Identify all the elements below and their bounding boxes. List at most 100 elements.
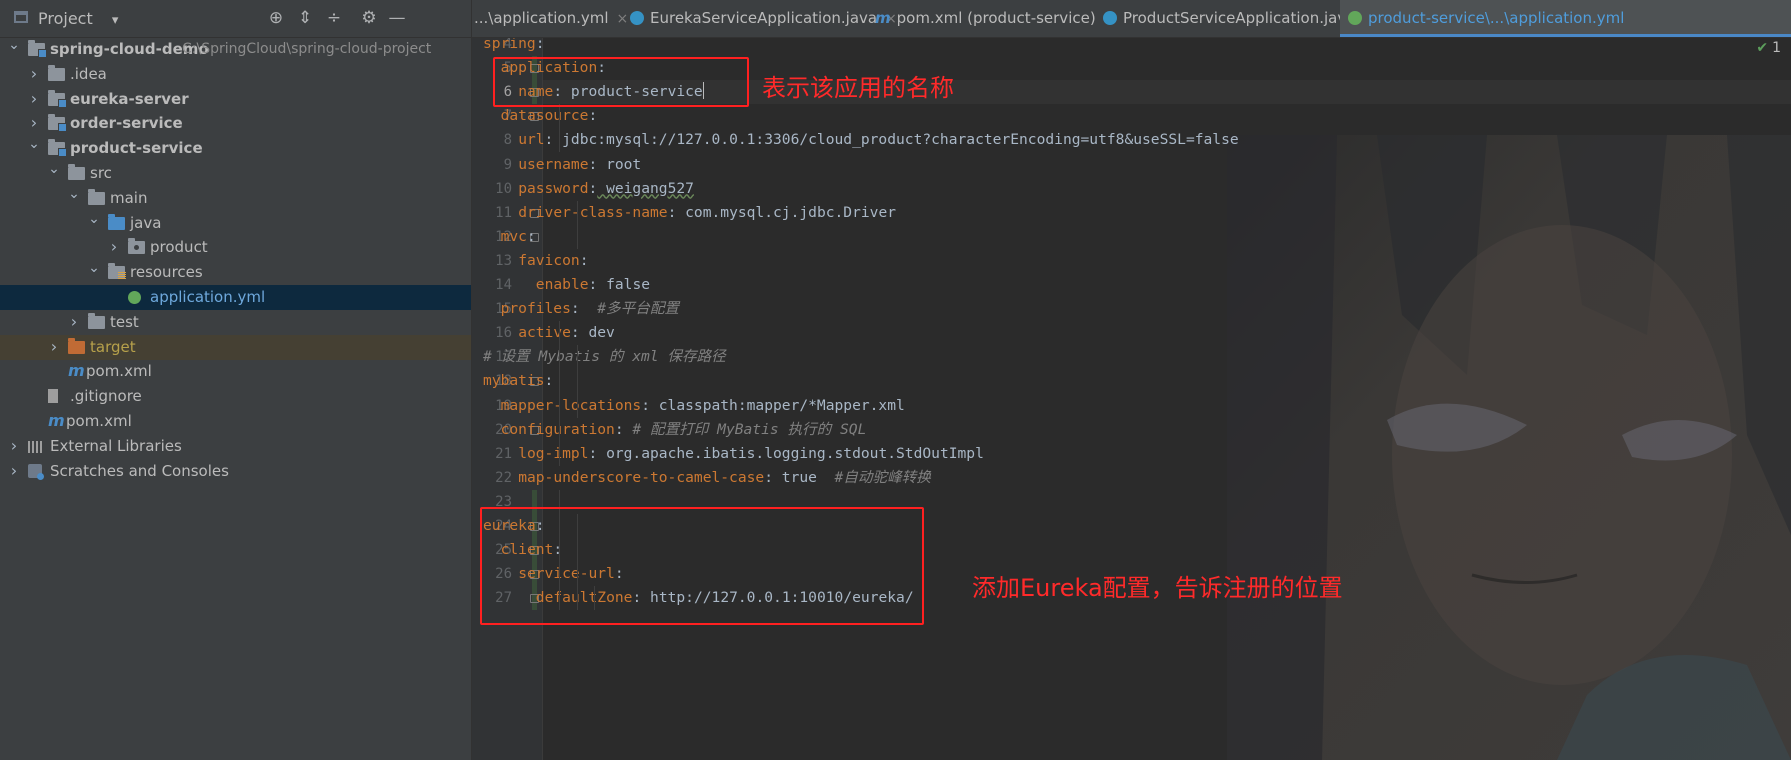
yaml-colon: : xyxy=(588,444,598,462)
tree-item[interactable]: › target xyxy=(0,334,471,360)
package-icon xyxy=(128,238,145,255)
tree-item[interactable]: ⌄ main xyxy=(0,186,471,211)
yaml-key: driver-class-name xyxy=(518,203,668,221)
chevron-down-icon[interactable]: ⌄ xyxy=(7,33,21,58)
yaml-colon: : xyxy=(588,276,598,293)
maven-file-icon: m xyxy=(875,9,891,27)
yaml-file-icon xyxy=(1348,11,1362,25)
chevron-right-icon[interactable]: › xyxy=(27,86,41,111)
yaml-colon: : xyxy=(570,300,580,318)
line-number: 11 xyxy=(495,204,512,221)
chevron-right-icon[interactable]: › xyxy=(7,458,21,483)
code-line: spring: xyxy=(483,38,545,56)
code-line: url: jdbc:mysql://127.0.0.1:3306/cloud_p… xyxy=(518,128,1238,152)
tree-item-label: .gitignore xyxy=(70,387,142,406)
tree-item[interactable]: ⌄ product-service xyxy=(0,136,471,161)
yaml-colon: : xyxy=(588,107,598,125)
folder-icon xyxy=(48,64,65,81)
project-panel: Project ▾ ⊕ ⇕ ÷ ⚙ — ⌄ spring-cloud-demo C:… xyxy=(0,0,472,760)
tree-item-label: Scratches and Consoles xyxy=(50,461,229,480)
chevron-right-icon[interactable]: › xyxy=(67,309,81,334)
inspection-widget[interactable]: ✔ 1 xyxy=(1756,40,1781,56)
chevron-down-icon[interactable]: ⌄ xyxy=(27,132,41,157)
tree-item[interactable]: application.yml xyxy=(0,285,471,310)
module-folder-icon xyxy=(28,40,47,58)
hide-icon[interactable]: — xyxy=(386,7,408,29)
project-view-selector[interactable]: Project ▾ xyxy=(38,9,118,28)
yaml-key: mapper-locations xyxy=(500,396,642,414)
chevron-right-icon[interactable]: › xyxy=(27,61,41,86)
tree-item-label: order-service xyxy=(70,114,183,133)
line-number: 10 xyxy=(495,180,512,197)
inspection-count: 1 xyxy=(1772,40,1781,56)
tree-item-label: resources xyxy=(130,263,203,282)
settings-icon[interactable]: ⚙ xyxy=(358,7,380,29)
tree-item[interactable]: .gitignore xyxy=(0,384,471,409)
yaml-colon: : xyxy=(579,251,589,269)
yaml-value: true xyxy=(773,468,835,486)
yaml-colon: : xyxy=(641,396,650,414)
tree-item[interactable]: › eureka-server xyxy=(0,87,471,112)
editor-tab[interactable]: EurekaServiceApplication.java × xyxy=(622,0,897,37)
project-icon xyxy=(14,11,28,23)
tree-item-label: product-service xyxy=(70,139,203,158)
code-line: active: dev xyxy=(518,321,615,345)
yaml-value: dev xyxy=(579,324,615,342)
chevron-down-icon[interactable]: ⌄ xyxy=(87,256,101,281)
chevron-down-icon[interactable]: ⌄ xyxy=(47,157,61,182)
code-line: mvc: xyxy=(501,225,536,249)
resources-folder-icon xyxy=(108,263,126,280)
editor-tab[interactable]: mpom.xml (product-service)× xyxy=(867,0,1115,37)
code-editor[interactable]: 4 5 6 7 8 9 10 11 12 13 14 15 16 17 18 19 20 21 22 23 24 25 26… xyxy=(472,38,1791,760)
tree-item[interactable]: › test xyxy=(0,310,471,335)
chevron-down-icon: ▾ xyxy=(111,13,119,28)
chevron-right-icon[interactable]: › xyxy=(7,433,21,458)
tree-item[interactable]: › .idea xyxy=(0,62,471,87)
libraries-icon xyxy=(28,440,44,453)
yaml-key: password xyxy=(518,179,589,197)
tree-item-label: product xyxy=(150,238,208,257)
tab-label: ProductServiceApplication.java xyxy=(1123,9,1356,27)
yaml-comment: # 配置打印 MyBatis 执行的 SQL xyxy=(632,420,867,438)
tree-item[interactable]: › product xyxy=(0,235,471,260)
editor-tab[interactable]: product-service\...\application.yml xyxy=(1340,0,1791,37)
tree-item-label: target xyxy=(90,337,136,356)
code-line: datasource: xyxy=(501,104,598,128)
chevron-right-icon[interactable]: › xyxy=(47,334,61,359)
code-line: mapper-locations: classpath:mapper/*Mapp… xyxy=(501,394,905,418)
module-folder-icon xyxy=(48,114,67,133)
code-line: password: weigang527 xyxy=(518,177,694,201)
chevron-right-icon[interactable]: › xyxy=(107,234,121,259)
source-folder-icon xyxy=(108,213,125,230)
yaml-value: root xyxy=(597,155,642,173)
tree-item-path: C:\SpringCloud\spring-cloud-project xyxy=(182,41,432,57)
annotation-box-eureka xyxy=(480,507,924,625)
tree-item[interactable]: ⌄ resources xyxy=(0,260,471,285)
line-number: 14 xyxy=(495,277,512,293)
tree-item[interactable]: m pom.xml xyxy=(0,359,471,384)
tree-item[interactable]: › External Libraries xyxy=(0,434,471,459)
yaml-key: map-underscore-to-camel-case xyxy=(518,468,765,486)
background-anime-image xyxy=(1227,135,1791,760)
annotation-box-application xyxy=(493,57,749,107)
code-line: favicon: xyxy=(518,249,588,273)
tree-item-label: src xyxy=(90,164,112,182)
editor-tab[interactable]: ProductServiceApplication.java× xyxy=(1095,0,1375,37)
locate-icon[interactable]: ⊕ xyxy=(265,7,287,29)
tree-item[interactable]: ⌄ spring-cloud-demo C:\SpringCloud\spring-… xyxy=(0,37,471,62)
yaml-file-icon xyxy=(128,291,141,304)
chevron-down-icon[interactable]: ⌄ xyxy=(67,182,81,207)
excluded-folder-icon xyxy=(68,337,85,354)
tree-item-label: test xyxy=(110,312,139,331)
yaml-value: jdbc:mysql://127.0.0.1:3306/cloud_produc… xyxy=(553,131,1239,149)
tree-item[interactable]: m pom.xml xyxy=(0,409,471,434)
chevron-down-icon[interactable]: ⌄ xyxy=(87,207,101,232)
yaml-key: favicon xyxy=(518,251,580,269)
tree-item[interactable]: › order-service xyxy=(0,111,471,136)
collapse-all-icon[interactable]: ÷ xyxy=(323,7,345,29)
tree-item[interactable]: › Scratches and Consoles xyxy=(0,459,471,484)
expand-all-icon[interactable]: ⇕ xyxy=(294,7,316,29)
editor-tab[interactable]: ...\application.yml × xyxy=(472,0,628,37)
code-line: # 设置 Mybatis 的 xml 保存路径 xyxy=(483,345,726,369)
tree-item[interactable]: ⌄ java xyxy=(0,211,471,236)
